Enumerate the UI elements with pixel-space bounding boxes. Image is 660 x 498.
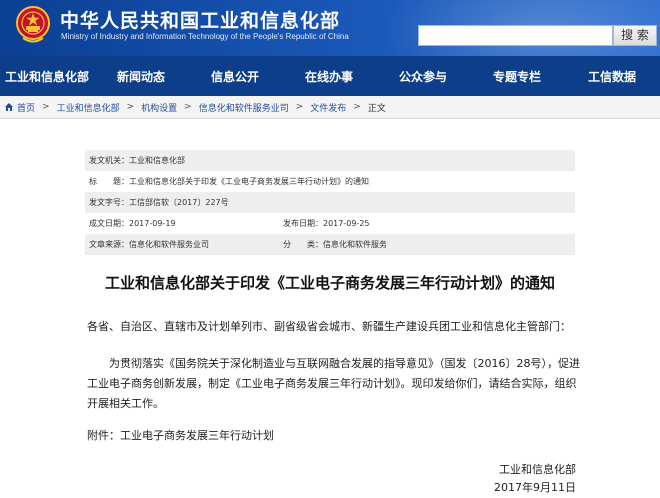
site-header: 中华人民共和国工业和信息化部 Ministry of Industry and …	[0, 0, 660, 56]
article-body-text: 为贯彻落实《国务院关于深化制造业与互联网融合发展的指导意见》（国发〔2016〕2…	[87, 357, 580, 410]
meta-source: 文章来源：信息化和软件服务业司	[85, 239, 279, 250]
attachment-label: 附件：	[87, 429, 120, 442]
meta-issuer-value: 工业和信息化部	[129, 156, 185, 165]
meta-created-label: 成文日期：	[89, 219, 129, 228]
breadcrumb-current: 正文	[367, 103, 386, 114]
meta-source-value: 信息化和软件服务业司	[129, 240, 209, 249]
meta-row-source: 文章来源：信息化和软件服务业司 分 类：信息化和软件服务	[85, 234, 575, 255]
breadcrumb-organization[interactable]: 机构设置	[141, 101, 177, 114]
nav-item-data[interactable]: 工信数据	[564, 68, 660, 85]
meta-published: 发布日期：2017-09-25	[279, 218, 370, 229]
nav-item-online-service[interactable]: 在线办事	[282, 68, 376, 85]
article-title: 工业和信息化部关于印发《工业电子商务发展三年行动计划》的通知	[104, 274, 555, 292]
breadcrumb-home[interactable]: 首页	[17, 101, 35, 114]
article-attachment: 附件：工业电子商务发展三年行动计划	[87, 426, 587, 446]
meta-row-subject: 标 题： 工业和信息化部关于印发《工业电子商务发展三年行动计划》的通知	[85, 171, 575, 192]
nav-item-special-topics[interactable]: 专题专栏	[470, 68, 564, 85]
breadcrumb-miit[interactable]: 工业和信息化部	[57, 101, 120, 114]
site-subtitle: Ministry of Industry and Information Tec…	[61, 32, 349, 41]
meta-row-docno: 发文字号： 工信部信软〔2017〕227号	[85, 192, 575, 213]
site-title[interactable]: 中华人民共和国工业和信息化部	[60, 6, 340, 33]
breadcrumb-separator: >	[353, 102, 361, 112]
meta-category-value: 信息化和软件服务	[323, 240, 387, 249]
meta-row-dates: 成文日期：2017-09-19 发布日期：2017-09-25	[85, 213, 575, 234]
meta-row-issuer: 发文机关： 工业和信息化部	[85, 150, 575, 171]
meta-category: 分 类：信息化和软件服务	[279, 239, 387, 250]
meta-created-value: 2017-09-19	[129, 219, 176, 228]
breadcrumb-department[interactable]: 信息化和软件服务业司	[199, 101, 289, 114]
meta-created: 成文日期：2017-09-19	[85, 218, 279, 229]
breadcrumb-separator: >	[184, 102, 192, 112]
meta-issuer-label: 发文机关：	[89, 156, 129, 165]
signature-date: 2017年9月11日	[494, 481, 576, 494]
meta-source-label: 文章来源：	[89, 240, 129, 249]
meta-published-value: 2017-09-25	[323, 219, 370, 228]
meta-docno-value: 工信部信软〔2017〕227号	[129, 198, 229, 207]
breadcrumb-separator: >	[126, 102, 135, 112]
nav-item-news[interactable]: 新闻动态	[94, 68, 188, 85]
nav-item-miit[interactable]: 工业和信息化部	[0, 68, 94, 85]
meta-published-label: 发布日期：	[283, 219, 323, 228]
article-body: 为贯彻落实《国务院关于深化制造业与互联网融合发展的指导意见》（国发〔2016〕2…	[87, 354, 587, 414]
meta-category-label: 分 类：	[283, 240, 323, 249]
home-icon	[5, 103, 13, 111]
attachment-link[interactable]: 工业电子商务发展三年行动计划	[120, 429, 274, 442]
meta-subject-label: 标 题：	[89, 177, 129, 186]
meta-docno-label: 发文字号：	[89, 198, 129, 207]
breadcrumb-separator: >	[42, 102, 50, 112]
search-button[interactable]: 搜 索	[613, 25, 657, 46]
document-meta: 发文机关： 工业和信息化部 标 题： 工业和信息化部关于印发《工业电子商务发展三…	[85, 150, 575, 255]
article-recipients: 各省、自治区、直辖市及计划单列市、副省级省会城市、新疆生产建设兵团工业和信息化主…	[87, 320, 571, 333]
nav-item-public-participation[interactable]: 公众参与	[376, 68, 470, 85]
national-emblem-icon[interactable]	[16, 5, 50, 45]
breadcrumb-separator: >	[295, 102, 304, 112]
breadcrumb-documents[interactable]: 文件发布	[310, 101, 346, 114]
search-input[interactable]	[418, 25, 613, 46]
nav-item-info-public[interactable]: 信息公开	[188, 68, 282, 85]
signature-org: 工业和信息化部	[499, 463, 576, 476]
meta-subject-value: 工业和信息化部关于印发《工业电子商务发展三年行动计划》的通知	[129, 177, 369, 186]
breadcrumb: 首页 > 工业和信息化部 > 机构设置 > 信息化和软件服务业司 > 文件发布 …	[0, 96, 660, 119]
main-nav: 工业和信息化部 新闻动态 信息公开 在线办事 公众参与 专题专栏 工信数据	[0, 56, 660, 96]
